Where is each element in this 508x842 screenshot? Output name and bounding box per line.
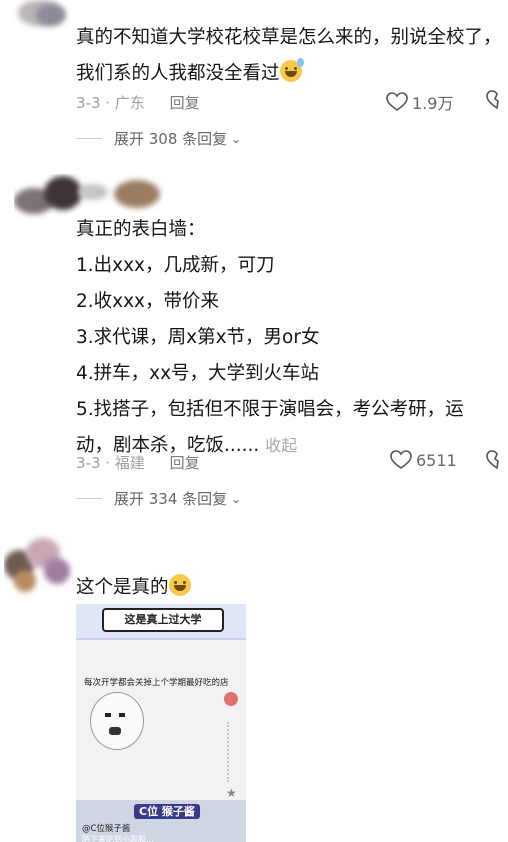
video-thumbnail[interactable]: 这是真上过大学 每次开学都会关掉上个学期最好吃的店 ★ C位 猴子酱 @C位猴子… <box>76 604 246 842</box>
expand-label: 展开 308 条回复 <box>114 130 228 148</box>
heart-icon <box>386 92 408 111</box>
thumbnail-title: 每次开学都会关掉上个学期最好吃的店 <box>84 678 229 688</box>
divider <box>76 138 102 139</box>
date-location: 3-3 · 福建 <box>76 454 145 472</box>
chevron-down-icon: ⌄ <box>231 131 242 146</box>
dislike-button[interactable] <box>486 90 508 110</box>
line-2: 1.出xxx，几成新，可刀 <box>76 255 275 276</box>
expand-label: 展开 334 条回复 <box>114 490 228 508</box>
creator-avatar-icon[interactable] <box>224 692 238 706</box>
avatar[interactable] <box>10 0 70 34</box>
thumbnail-logo: C位 猴子酱 <box>134 804 200 819</box>
star-icon[interactable]: ★ <box>226 786 237 800</box>
chevron-down-icon: ⌄ <box>231 491 242 506</box>
comment-2: 真正的表白墙： 1.出xxx，几成新，可刀 2.收xxx，带价来 3.求代课，周… <box>0 170 508 520</box>
collapse-button[interactable]: 收起 <box>265 436 297 455</box>
comment-body: 这个是真的 <box>76 577 169 598</box>
smile-emoji-icon <box>168 574 191 596</box>
like-count: 1.9万 <box>412 94 454 113</box>
line-1: 真正的表白墙： <box>76 219 206 240</box>
reply-button[interactable]: 回复 <box>170 94 200 112</box>
dislike-button[interactable] <box>486 450 508 470</box>
heart-icon <box>390 450 412 469</box>
comment-meta: 3-3 · 广东 回复 <box>76 92 200 113</box>
line-4: 3.求代课，周x第x节，男or女 <box>76 327 320 348</box>
like-count: 6511 <box>416 450 457 470</box>
side-action-icons <box>227 722 237 782</box>
banner-text: 这是真上过大学 <box>102 608 224 632</box>
thumbnail-caption: 陌下来吃到小面和… <box>82 835 154 842</box>
thumbnail-banner: 这是真上过大学 <box>76 604 246 640</box>
like-button[interactable]: 6511 <box>390 450 457 470</box>
divider <box>76 498 102 499</box>
sweat-smile-emoji-icon <box>279 58 304 82</box>
comment-meta: 3-3 · 福建 回复 <box>76 452 200 473</box>
line-6: 5.找搭子，包括但不限于演唱会，考公考研，运 <box>76 399 464 420</box>
broken-heart-icon <box>486 450 499 470</box>
comment-text: 真正的表白墙： 1.出xxx，几成新，可刀 2.收xxx，带价来 3.求代课，周… <box>76 212 504 464</box>
expand-replies[interactable]: 展开 308 条回复 ⌄ <box>76 128 241 149</box>
reply-button[interactable]: 回复 <box>170 454 200 472</box>
date-location: 3-3 · 广东 <box>76 94 145 112</box>
thumbnail-handle: @C位猴子酱 <box>82 824 131 834</box>
line-5: 4.拼车，xx号，大学到火车站 <box>76 363 320 384</box>
avatar[interactable] <box>4 530 84 600</box>
meme-face-image <box>90 692 144 750</box>
like-button[interactable]: 1.9万 <box>386 90 453 114</box>
line-3: 2.收xxx，带价来 <box>76 291 219 312</box>
comment-1: 真的不知道大学校花校草是怎么来的，别说全校了，我们系的人我都没全看过 3-3 ·… <box>0 0 508 150</box>
expand-replies[interactable]: 展开 334 条回复 ⌄ <box>76 488 241 509</box>
broken-heart-icon <box>486 90 499 110</box>
comment-text: 这个是真的 <box>76 570 504 606</box>
comment-text: 真的不知道大学校花校草是怎么来的，别说全校了，我们系的人我都没全看过 <box>76 20 504 92</box>
